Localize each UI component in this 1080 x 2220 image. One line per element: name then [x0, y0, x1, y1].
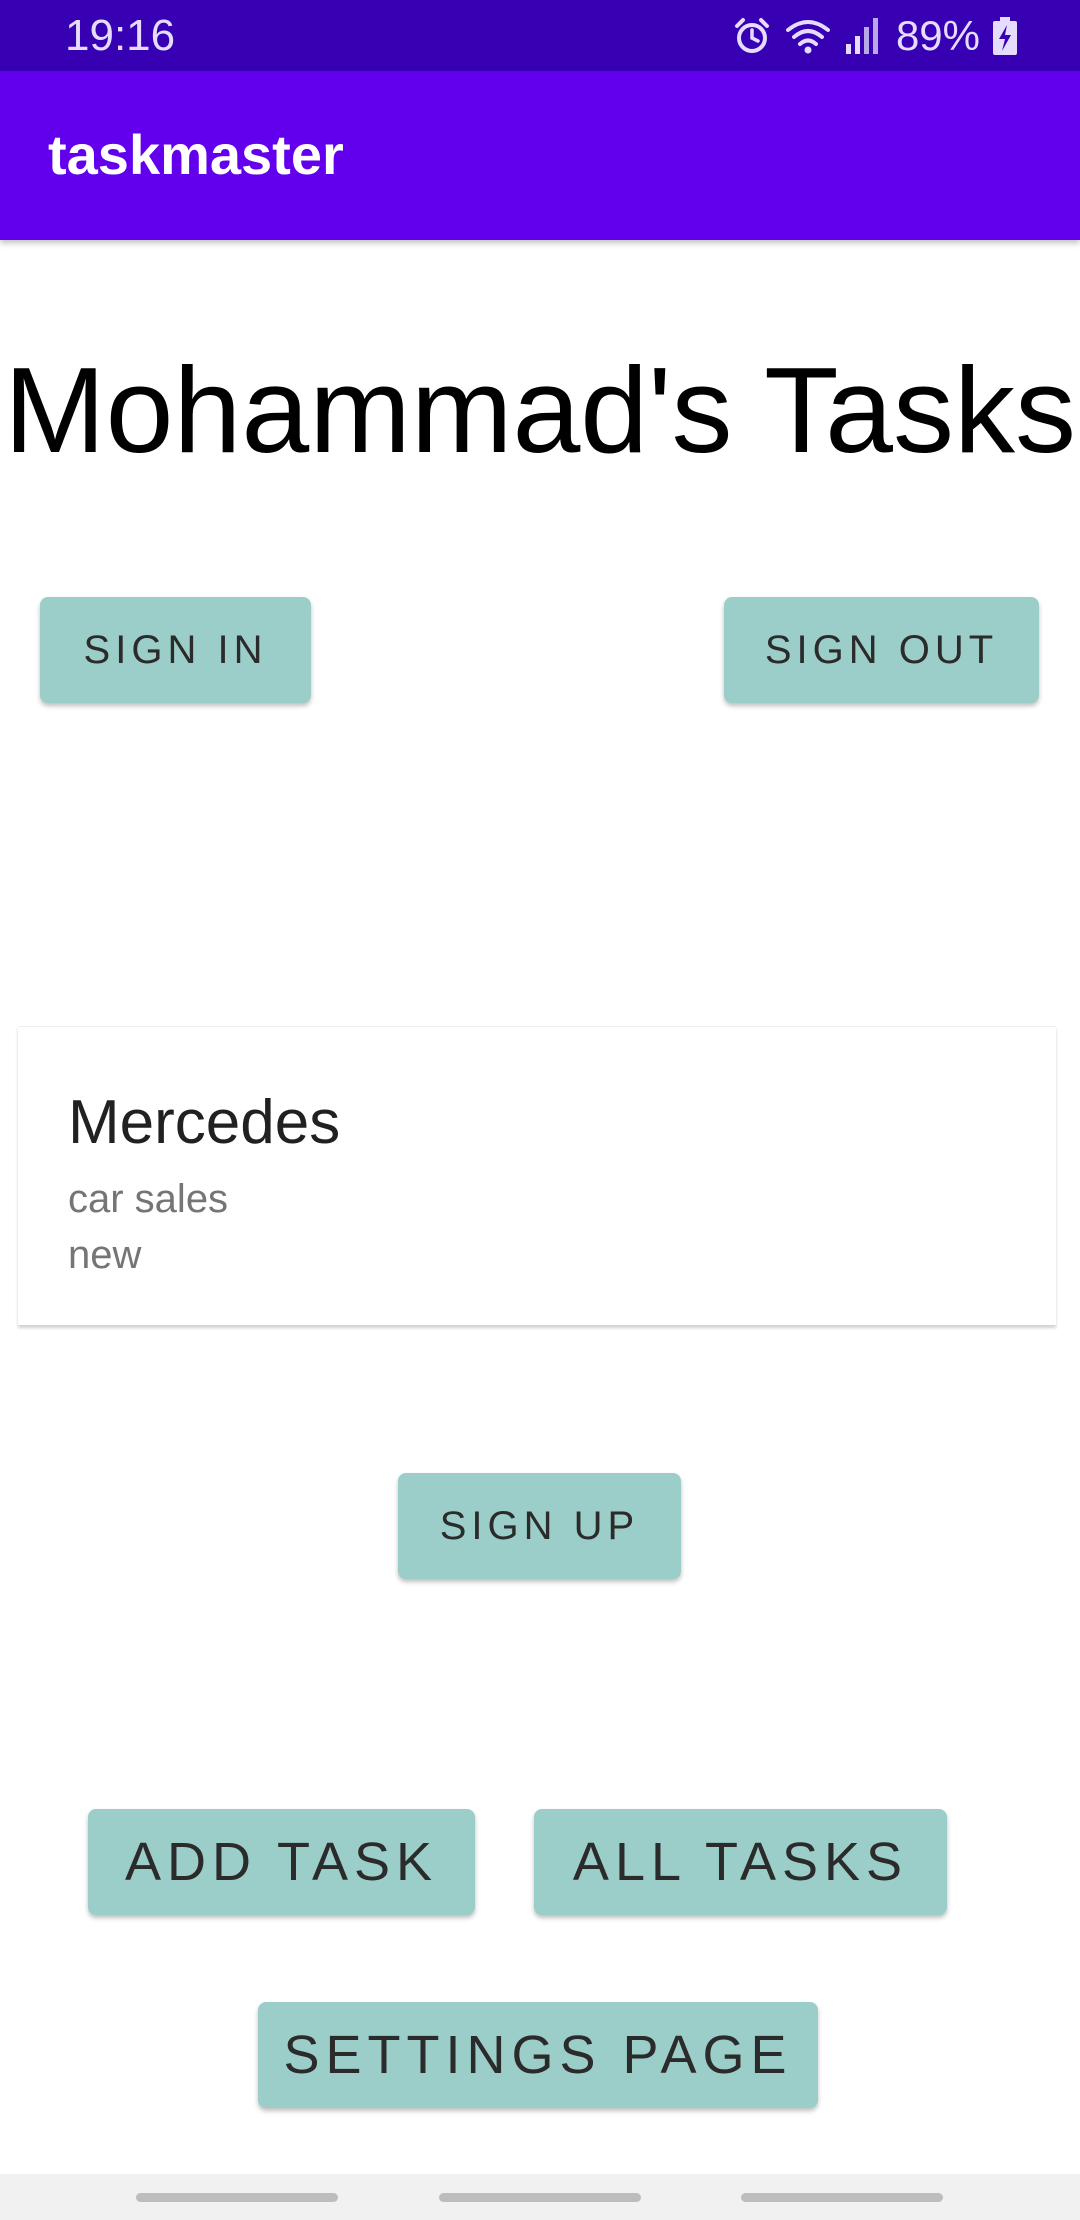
sign-in-button[interactable]: SIGN IN	[40, 597, 311, 703]
all-tasks-button[interactable]: ALL TASKS	[534, 1809, 947, 1915]
nav-home-button[interactable]	[439, 2193, 641, 2202]
battery-percent: 89%	[895, 12, 980, 59]
settings-page-button[interactable]: SETTINGS PAGE	[258, 2002, 818, 2108]
screen: 19:16 89% taskmaster Mohammad's Tasks SI…	[0, 0, 1080, 2220]
task-state: new	[68, 1233, 142, 1277]
app-bar: taskmaster	[0, 71, 1080, 240]
status-time: 19:16	[65, 11, 176, 60]
status-icons: 89%	[732, 10, 1018, 62]
task-card[interactable]: Mercedes car sales new	[18, 1026, 1056, 1325]
task-title: Mercedes	[68, 1088, 341, 1157]
sign-up-button[interactable]: SIGN UP	[398, 1473, 681, 1579]
sign-out-button[interactable]: SIGN OUT	[724, 597, 1039, 703]
signal-icon	[844, 16, 880, 56]
page-title: Mohammad's Tasks	[4, 342, 1076, 478]
alarm-icon	[732, 16, 772, 56]
wifi-icon	[784, 16, 832, 56]
battery-charging-icon	[992, 16, 1018, 56]
nav-back-button[interactable]	[741, 2193, 943, 2202]
add-task-button[interactable]: ADD TASK	[88, 1809, 475, 1915]
nav-recents-button[interactable]	[136, 2193, 338, 2202]
task-body: car sales	[68, 1177, 229, 1221]
app-title: taskmaster	[48, 123, 344, 186]
status-bar: 19:16 89%	[0, 0, 1080, 71]
navigation-bar	[0, 2174, 1080, 2220]
